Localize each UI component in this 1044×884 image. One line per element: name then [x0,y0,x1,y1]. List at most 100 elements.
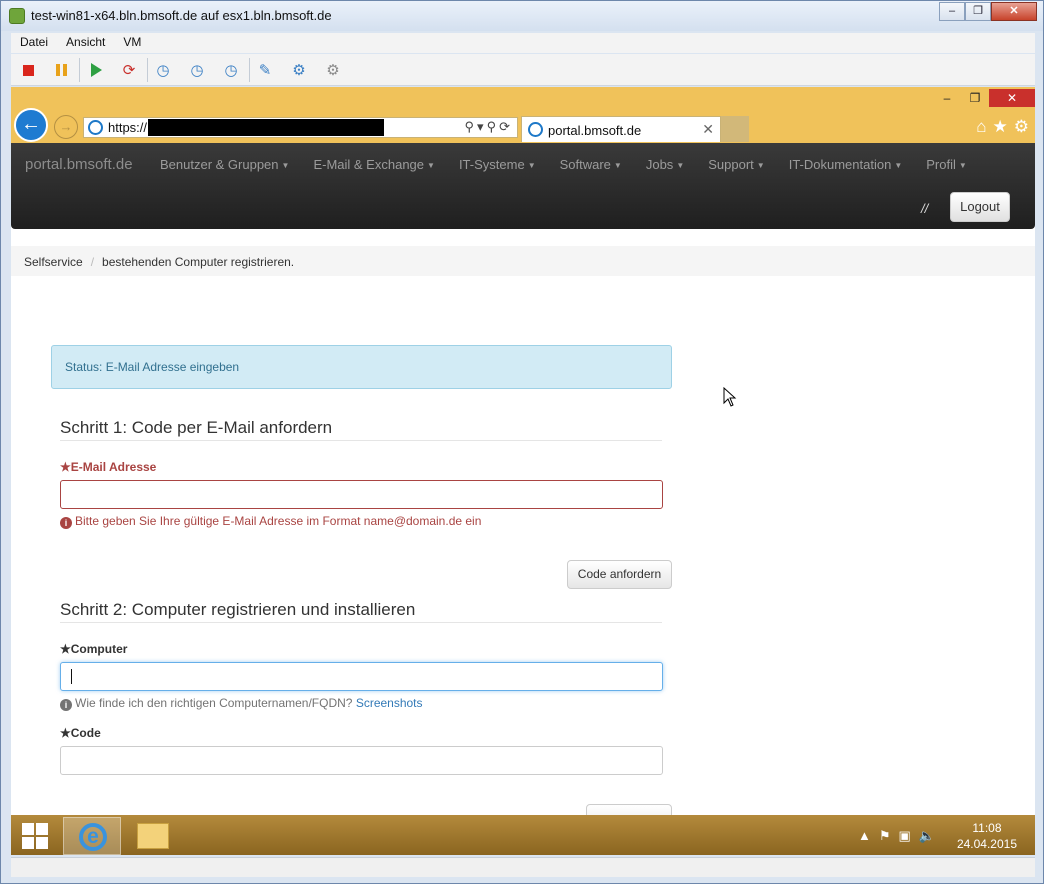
url-prefix: https:// [108,120,148,135]
status-alert: Status: E-Mail Adresse eingeben [51,345,672,389]
revert-snapshot-icon[interactable]: ◷ [186,60,208,80]
vm-statusbar [11,857,1035,877]
navbar: portal.bmsoft.de Benutzer & Gruppen ▼ E-M… [11,143,1035,229]
caret-down-icon: ▼ [756,161,765,171]
vm-toolbar: ⟳ ◷ ◷ ◷ ✎ ⚙ ⚙ [11,54,1035,86]
ie-minimize-button[interactable]: – [933,89,961,107]
reset-icon[interactable]: ⟳ [118,60,140,80]
nav-email-exchange[interactable]: E-Mail & Exchange ▼ [301,157,446,172]
caret-down-icon: ▼ [676,161,685,171]
step2-title: Schritt 2: Computer registrieren und ins… [60,600,416,619]
tray-expand-icon[interactable]: ▲ [858,828,871,844]
tools-gear-icon[interactable]: ⚙ [1014,117,1029,137]
tab-ie-icon [528,122,543,137]
guest-screen: – ❐ ✕ ← → https:// ⚲▾⚲⟳ portal.bmsoft.de… [11,87,1035,855]
taskbar-explorer-icon[interactable] [137,823,169,849]
mouse-pointer-icon [723,387,737,407]
nav-support[interactable]: Support ▼ [696,157,776,172]
caret-down-icon: ▼ [281,161,290,171]
caret-down-icon: ▼ [958,161,967,171]
nav-it-dokumentation[interactable]: IT-Dokumentation ▼ [777,157,915,172]
caret-down-icon: ▼ [527,161,536,171]
breadcrumb-selfservice[interactable]: Selfservice [24,255,83,269]
network-icon[interactable]: ▣ [899,828,911,844]
vm-window-title: test-win81-x64.bln.bmsoft.de auf esx1.bl… [31,8,332,23]
favorites-star-icon[interactable]: ★ [993,117,1008,137]
info-icon: i [60,517,72,529]
windows-taskbar: e ▲ ⚑ ▣ 🔈 11:08 24.04.2015 [11,815,1035,855]
text-cursor [71,669,72,684]
forward-button[interactable]: → [54,115,78,139]
navbar-slashes: // [921,201,929,216]
snapshot-manager-icon[interactable]: ◷ [220,60,242,80]
ie-chrome: – ❐ ✕ ← → https:// ⚲▾⚲⟳ portal.bmsoft.de… [11,87,1035,143]
caret-down-icon: ▼ [894,161,903,171]
menu-datei[interactable]: Datei [11,33,57,49]
address-bar[interactable]: https:// ⚲▾⚲⟳ [83,117,518,138]
power-on-icon[interactable] [85,60,107,80]
address-bar-icons[interactable]: ⚲▾⚲⟳ [465,119,513,135]
nav-software[interactable]: Software ▼ [548,157,634,172]
connect-device-icon[interactable]: ⚙ [288,60,310,80]
step1-divider [60,440,662,441]
close-button[interactable]: ✕ [991,2,1037,21]
step1-title: Schritt 1: Code per E-Mail anfordern [60,418,333,437]
home-icon[interactable]: ⌂ [976,117,986,137]
menu-vm[interactable]: VM [114,33,150,49]
tab-title: portal.bmsoft.de [548,123,642,138]
back-button[interactable]: ← [14,108,48,142]
clock-time: 11:08 [972,821,1002,835]
caret-down-icon: ▼ [613,161,622,171]
vm-titlebar: test-win81-x64.bln.bmsoft.de auf esx1.bl… [1,1,1043,31]
edit-settings-icon[interactable]: ✎ [254,60,276,80]
email-input[interactable] [60,480,663,509]
computer-label: ★Computer [60,642,128,656]
computer-input[interactable] [60,662,663,691]
snapshot-icon[interactable]: ◷ [152,60,174,80]
power-off-icon[interactable] [17,60,39,80]
code-label: ★Code [60,726,101,740]
vmware-icon [9,8,25,24]
disconnect-device-icon[interactable]: ⚙ [322,60,344,80]
maximize-button[interactable]: ❐ [965,2,991,21]
new-tab-button[interactable] [721,116,749,142]
taskbar-clock[interactable]: 11:08 24.04.2015 [957,820,1017,852]
minimize-button[interactable]: – [939,2,965,21]
tab-close-icon[interactable]: ✕ [702,121,714,138]
taskbar-ie-icon[interactable]: e [63,817,121,855]
required-star-icon: ★ [60,726,71,740]
required-star-icon: ★ [60,460,71,474]
email-label: ★E-Mail Adresse [60,460,157,474]
request-code-button[interactable]: Code anfordern [567,560,672,589]
email-error-help: i Bitte geben Sie Ihre gültige E-Mail Adr… [60,514,481,529]
caret-down-icon: ▼ [427,161,435,171]
nav-it-systeme[interactable]: IT-Systeme ▼ [447,157,548,172]
computer-help: i Wie finde ich den richtigen Computernam… [60,696,423,711]
windows-start-icon[interactable] [22,823,48,849]
screenshots-link[interactable]: Screenshots [356,696,423,710]
navbar-brand[interactable]: portal.bmsoft.de [25,156,133,173]
system-tray: ▲ ⚑ ▣ 🔈 [858,828,935,844]
menu-ansicht[interactable]: Ansicht [57,33,114,49]
breadcrumb-current: bestehenden Computer registrieren. [102,255,295,269]
vmware-window: test-win81-x64.bln.bmsoft.de auf esx1.bl… [0,0,1044,884]
browser-tab[interactable]: portal.bmsoft.de ✕ [521,116,721,142]
required-star-icon: ★ [60,642,71,656]
step2-divider [60,622,662,623]
breadcrumb: Selfservice / bestehenden Computer registr… [11,246,1035,276]
ie-page-icon [88,120,103,135]
info-icon: i [60,699,72,711]
ie-restore-button[interactable]: ❐ [961,89,989,107]
nav-benutzer-gruppen[interactable]: Benutzer & Gruppen ▼ [148,157,301,172]
suspend-icon[interactable] [50,60,72,80]
nav-profil[interactable]: Profil ▼ [914,157,979,172]
logout-button[interactable]: Logout [950,192,1010,222]
clock-date: 24.04.2015 [956,837,1017,851]
ie-close-button[interactable]: ✕ [989,89,1035,107]
nav-jobs[interactable]: Jobs ▼ [634,157,696,172]
code-input[interactable] [60,746,663,775]
action-center-flag-icon[interactable]: ⚑ [879,828,891,844]
volume-muted-icon[interactable]: 🔈 [919,828,935,844]
redacted-url [148,119,384,136]
vm-menubar: Datei Ansicht VM [11,33,1035,53]
